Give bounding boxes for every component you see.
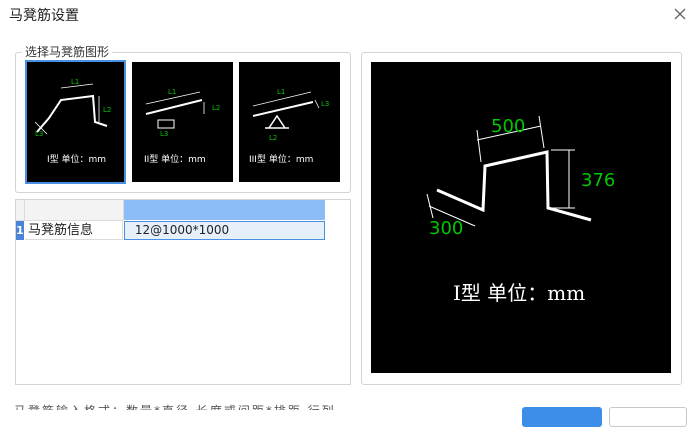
cancel-button[interactable] xyxy=(609,407,687,427)
grid-header-value xyxy=(124,200,325,220)
type-1-label-l3: L3 xyxy=(35,130,43,138)
ok-button[interactable] xyxy=(522,407,602,427)
type-3-label-l1: L1 xyxy=(277,88,285,96)
type-1-diagram-icon: L1 L2 L3 I型 单位：mm xyxy=(34,78,111,165)
property-grid: 1 马凳筋信息 12@1000*1000 xyxy=(15,199,351,385)
type-3-caption: III型 单位：mm xyxy=(249,153,313,165)
preview-caption: I型 单位：mm xyxy=(453,281,585,305)
type-1-label-l2: L2 xyxy=(103,106,111,114)
type-3-diagram-icon: L1 L3 L2 III型 单位：mm xyxy=(249,88,329,165)
type-3-label-l3: L3 xyxy=(321,100,329,108)
close-icon[interactable] xyxy=(671,5,689,23)
type-2-diagram-icon: L1 L2 L3 II型 单位：mm xyxy=(144,88,220,165)
type-2-caption: II型 单位：mm xyxy=(144,153,206,165)
preview-dim-left: 300 xyxy=(429,218,463,239)
type-2-label-l2: L2 xyxy=(212,104,220,112)
grid-header xyxy=(16,200,350,221)
preview-dim-top: 500 xyxy=(491,116,525,137)
shape-option-type-3[interactable]: L1 L3 L2 III型 单位：mm xyxy=(239,62,340,182)
grid-header-name xyxy=(25,200,124,221)
dialog-title: 马凳筋设置 xyxy=(9,8,79,24)
title-bar: 马凳筋设置 xyxy=(0,0,697,30)
footer-hint-text: 马凳筋输入格式：数量*直径 长度或间距*排距 行列 xyxy=(14,402,336,410)
shape-option-type-2[interactable]: L1 L2 L3 II型 单位：mm xyxy=(132,62,233,182)
preview-canvas: 500 376 300 I型 单位：mm xyxy=(371,62,671,373)
row-number: 1 xyxy=(16,221,24,240)
type-2-label-l1: L1 xyxy=(168,88,176,96)
type-1-caption: I型 单位：mm xyxy=(47,153,106,165)
table-row[interactable]: 1 马凳筋信息 12@1000*1000 xyxy=(16,221,326,241)
shape-group-legend: 选择马凳筋图形 xyxy=(22,43,113,60)
type-2-label-l3: L3 xyxy=(160,130,168,138)
grid-corner xyxy=(16,200,25,221)
type-3-label-l2: L2 xyxy=(269,134,277,142)
type-1-preview-diagram: 500 376 300 I型 单位：mm xyxy=(426,115,615,305)
rebar-info-input[interactable]: 12@1000*1000 xyxy=(124,221,325,240)
shape-option-type-1[interactable]: L1 L2 L3 I型 单位：mm xyxy=(25,60,126,184)
type-1-label-l1: L1 xyxy=(71,78,79,86)
row-label: 马凳筋信息 xyxy=(25,221,123,240)
preview-dim-right: 376 xyxy=(581,170,615,191)
